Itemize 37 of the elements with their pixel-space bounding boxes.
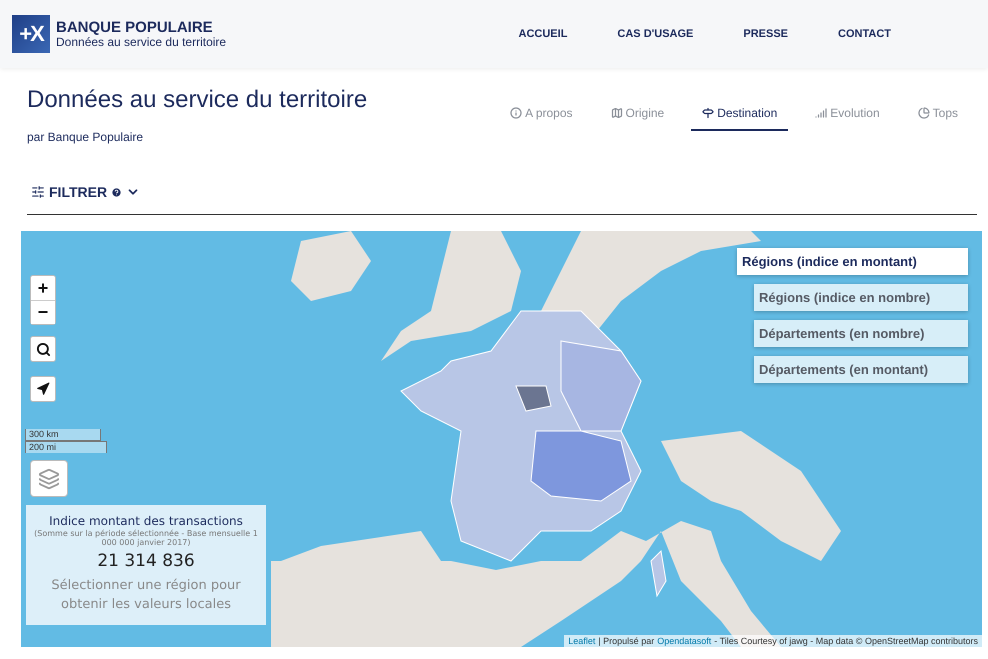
search-icon [36,342,50,356]
info-icon [510,107,522,119]
filter-toggle[interactable]: FILTRER [27,184,144,200]
layer-option[interactable]: Départements (en nombre) [754,320,968,347]
brand-tagline: Données au service du territoire [56,36,226,48]
layers-icon [38,468,60,490]
pie-chart-icon [918,107,930,119]
scale-bar: 300 km [25,429,101,441]
leaflet-link[interactable]: Leaflet [568,636,596,646]
scale-bar: 200 mi [25,441,107,453]
signpost-icon [702,107,714,119]
tab[interactable]: Destination [691,100,788,131]
layer-option[interactable]: Régions (indice en nombre) [754,284,968,311]
layer-option[interactable]: Régions (indice en montant) [737,248,968,275]
info-note: (Somme sur la période sélectionnée - Base mensuelle 1 000 000 janvier 2017) [34,529,258,547]
sliders-icon [31,185,45,199]
page-subtitle: par Banque Populaire [27,130,144,144]
nav-link[interactable]: PRESSE [718,28,814,40]
layers-button[interactable] [30,460,68,497]
attribution-text: | Propulsé par [598,636,654,646]
brand-name: BANQUE POPULAIRE [56,20,214,36]
arrow-pointer-icon [36,382,50,396]
help-icon [111,186,122,198]
info-value: 21 314 836 [96,551,196,571]
nav-link[interactable]: ACCUEIL [494,28,592,40]
zoom-out-button[interactable]: − [31,300,55,324]
signal-bars-icon [815,107,828,119]
info-hint: Sélectionner une région pour obtenir les valeurs locales [50,577,242,614]
attribution-text: - Tiles Courtesy of jawg - Map data © OpenStreetMap contributors [714,636,978,646]
map-icon [610,107,623,119]
logo-mark: +X [12,15,50,53]
provider-link[interactable]: Opendatasoft [657,636,712,646]
info-title: Indice montant des transactions [48,514,244,528]
nav-link[interactable]: CONTACT [813,28,916,40]
page-title: Données au service du territoire [27,86,368,114]
layer-option[interactable]: Départements (en montant) [754,356,968,383]
nav-link[interactable]: CAS D'USAGE [592,28,718,40]
